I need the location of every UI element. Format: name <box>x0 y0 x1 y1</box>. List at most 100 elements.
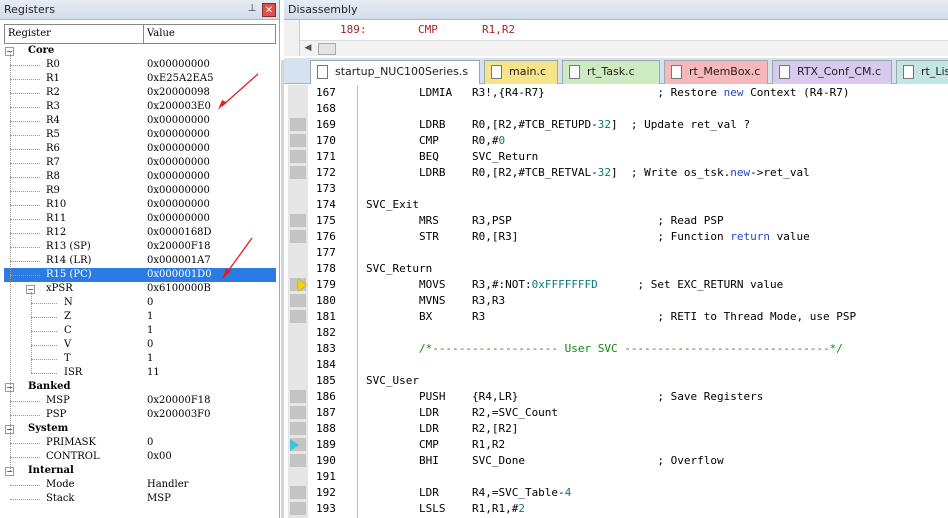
code-line[interactable]: 171 BEQ SVC_Return <box>288 149 948 165</box>
code-line[interactable]: 170 CMP R0,#0 <box>288 133 948 149</box>
code-line[interactable]: 184 <box>288 357 948 373</box>
register-value[interactable]: 0xE25A2EA5 <box>147 72 214 86</box>
code-line[interactable]: 189 CMP R1,R2 <box>288 437 948 453</box>
register-row[interactable]: N0 <box>4 296 276 310</box>
code-line[interactable]: 186 PUSH {R4,LR} ; Save Registers <box>288 389 948 405</box>
register-value[interactable]: MSP <box>147 492 171 506</box>
code-line[interactable]: 193 LSLS R1,R1,#2 <box>288 501 948 517</box>
tab-rt-task-c[interactable]: rt_Task.c <box>562 60 660 84</box>
register-row[interactable]: Z1 <box>4 310 276 324</box>
code-line[interactable]: 168 <box>288 101 948 117</box>
code-line[interactable]: 183 /*------------------- User SVC -----… <box>288 341 948 357</box>
register-value[interactable]: 1 <box>147 352 153 366</box>
code-line[interactable]: 179 MOVS R3,#:NOT:0xFFFFFFFD ; Set EXC_R… <box>288 277 948 293</box>
register-value[interactable]: 0x00000000 <box>147 114 210 128</box>
register-row[interactable]: R5 0x00000000 <box>4 128 276 142</box>
register-row[interactable]: R8 0x00000000 <box>4 170 276 184</box>
code-line[interactable]: 167 LDMIA R3!,{R4-R7} ; Restore new Cont… <box>288 85 948 101</box>
code-line[interactable]: 177 <box>288 245 948 261</box>
code-line[interactable]: 181 BX R3 ; RETI to Thread Mode, use PSP <box>288 309 948 325</box>
register-value[interactable]: 0 <box>147 338 153 352</box>
register-value[interactable]: 0x00000000 <box>147 156 210 170</box>
pane-splitter[interactable] <box>281 60 284 518</box>
register-value[interactable]: 0x200003E0 <box>147 100 211 114</box>
register-group[interactable]: − System <box>4 422 276 436</box>
register-row[interactable]: R11 0x00000000 <box>4 212 276 226</box>
register-row[interactable]: PSP 0x200003F0 <box>4 408 276 422</box>
register-name: Stack <box>46 493 75 504</box>
register-row[interactable]: MSP 0x20000F18 <box>4 394 276 408</box>
code-line[interactable]: 190 BHI SVC_Done ; Overflow <box>288 453 948 469</box>
register-value[interactable]: 0x00000000 <box>147 212 210 226</box>
scroll-left-icon[interactable]: ◀ <box>300 41 316 56</box>
register-row[interactable]: R9 0x00000000 <box>4 184 276 198</box>
scroll-thumb[interactable] <box>318 43 336 55</box>
tab-rt-list-c[interactable]: rt_List.c <box>896 60 948 84</box>
disassembly-line[interactable]: 189: CMP R1,R2 <box>340 23 515 36</box>
register-value[interactable]: 1 <box>147 310 153 324</box>
register-value[interactable]: 0x00000000 <box>147 58 210 72</box>
register-value[interactable]: 0x00000000 <box>147 170 210 184</box>
register-group[interactable]: − Core <box>4 44 276 58</box>
register-row[interactable]: V0 <box>4 338 276 352</box>
register-row[interactable]: R6 0x00000000 <box>4 142 276 156</box>
register-value[interactable]: 0x0000168D <box>147 226 212 240</box>
register-group[interactable]: − Banked <box>4 380 276 394</box>
code-line[interactable]: 185 SVC_User <box>288 373 948 389</box>
register-row[interactable]: T1 <box>4 352 276 366</box>
register-value[interactable]: 0x000001A7 <box>147 254 211 268</box>
register-value[interactable]: 0x6100000B <box>147 282 211 296</box>
register-row[interactable]: R0 0x00000000 <box>4 58 276 72</box>
code-line[interactable]: 169 LDRB R0,[R2,#TCB_RETUPD-32] ; Update… <box>288 117 948 133</box>
register-value[interactable]: 0x00000000 <box>147 198 210 212</box>
register-value[interactable]: 0x200003F0 <box>147 408 210 422</box>
code-line[interactable]: 176 STR R0,[R3] ; Function return value <box>288 229 948 245</box>
register-row[interactable]: C1 <box>4 324 276 338</box>
register-value[interactable]: 0 <box>147 436 153 450</box>
register-row[interactable]: R7 0x00000000 <box>4 156 276 170</box>
code-line[interactable]: 182 <box>288 325 948 341</box>
register-value[interactable]: 0x00000000 <box>147 128 210 142</box>
register-row[interactable]: CONTROL 0x00 <box>4 450 276 464</box>
editor-tab-bar: startup_NUC100Series.s main.c rt_Task.c rt_… <box>284 58 948 84</box>
code-line[interactable]: 180 MVNS R3,R3 <box>288 293 948 309</box>
code-line[interactable]: 172 LDRB R0,[R2,#TCB_RETVAL-32] ; Write … <box>288 165 948 181</box>
register-value[interactable]: 0x000001D0 <box>147 268 212 282</box>
register-row[interactable]: Mode Handler <box>4 478 276 492</box>
register-group[interactable]: − Internal <box>4 464 276 478</box>
col-register[interactable]: Register <box>5 25 144 43</box>
register-value[interactable]: 1 <box>147 324 153 338</box>
pushpin-icon[interactable]: ⊥ <box>245 2 259 16</box>
register-row[interactable]: − xPSR 0x6100000B <box>4 282 276 296</box>
disassembly-hscrollbar[interactable]: ◀ <box>300 40 948 56</box>
code-line[interactable]: 188 LDR R2,[R2] <box>288 421 948 437</box>
register-value[interactable]: 0 <box>147 296 153 310</box>
code-line[interactable]: 187 LDR R2,=SVC_Count <box>288 405 948 421</box>
code-line[interactable]: 192 LDR R4,=SVC_Table-4 <box>288 485 948 501</box>
tab-main-c[interactable]: main.c <box>484 60 558 84</box>
tab-rtx-conf-cm-c[interactable]: RTX_Conf_CM.c <box>772 60 892 84</box>
code-editor[interactable]: 167 LDMIA R3!,{R4-R7} ; Restore new Cont… <box>288 85 948 518</box>
code-line[interactable]: 174 SVC_Exit <box>288 197 948 213</box>
register-value[interactable]: 0x20000F18 <box>147 240 210 254</box>
col-value[interactable]: Value <box>144 25 175 43</box>
code-line[interactable]: 178 SVC_Return <box>288 261 948 277</box>
tab-rt-membox-c[interactable]: rt_MemBox.c <box>664 60 768 84</box>
register-value[interactable]: 0x00000000 <box>147 142 210 156</box>
register-value[interactable]: 11 <box>147 366 160 380</box>
register-row[interactable]: Stack MSP <box>4 492 276 506</box>
register-value[interactable]: 0x20000F18 <box>147 394 210 408</box>
tab-startup-nuc100series-s[interactable]: startup_NUC100Series.s <box>310 60 480 84</box>
register-row[interactable]: R10 0x00000000 <box>4 198 276 212</box>
register-row[interactable]: ISR 11 <box>4 366 276 380</box>
close-icon[interactable]: ✕ <box>262 3 276 17</box>
code-line[interactable]: 191 <box>288 469 948 485</box>
register-value[interactable]: Handler <box>147 478 188 492</box>
register-row[interactable]: R4 0x00000000 <box>4 114 276 128</box>
code-line[interactable]: 173 <box>288 181 948 197</box>
code-line[interactable]: 175 MRS R3,PSP ; Read PSP <box>288 213 948 229</box>
register-value[interactable]: 0x20000098 <box>147 86 210 100</box>
register-value[interactable]: 0x00 <box>147 450 172 464</box>
register-value[interactable]: 0x00000000 <box>147 184 210 198</box>
register-row[interactable]: PRIMASK 0 <box>4 436 276 450</box>
